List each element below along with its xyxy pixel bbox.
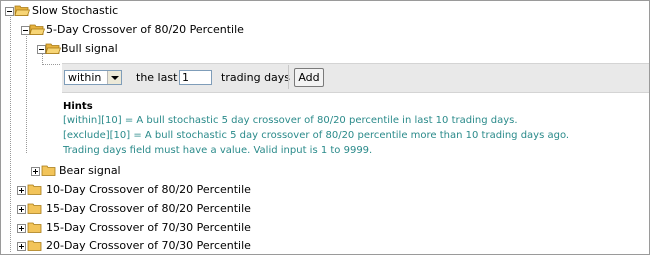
- folder-icon: [41, 165, 56, 176]
- tree-node-label: Bull signal: [61, 42, 118, 55]
- open-folder-icon: [29, 24, 45, 35]
- folder-icon: [27, 184, 42, 195]
- the-last-label: the last: [136, 71, 178, 84]
- chevron-down-icon[interactable]: [107, 71, 121, 84]
- tree-guide-line: [26, 33, 27, 153]
- expand-toggle-icon[interactable]: [17, 186, 26, 195]
- folder-icon: [27, 222, 42, 233]
- tree-guide-line: [10, 15, 11, 252]
- tree-node-label: 15-Day Crossover of 70/30 Percentile: [46, 221, 251, 234]
- folder-icon: [27, 203, 42, 214]
- collapse-toggle-icon[interactable]: [5, 7, 14, 16]
- tree-guide-line: [42, 64, 60, 65]
- expand-toggle-icon[interactable]: [31, 167, 40, 176]
- hint-line: Trading days field must have a value. Va…: [63, 145, 373, 156]
- tree-node-label: 5-Day Crossover of 80/20 Percentile: [46, 23, 244, 36]
- expand-toggle-icon[interactable]: [17, 242, 26, 251]
- hints-title: Hints: [63, 101, 93, 112]
- tree-node-label: Slow Stochastic: [32, 4, 119, 17]
- trading-days-input[interactable]: 1: [179, 70, 212, 85]
- tree-panel: Slow Stochastic 5-Day Crossover of 80/20…: [0, 0, 650, 255]
- tree-node-label: 15-Day Crossover of 80/20 Percentile: [46, 202, 251, 215]
- hint-line: [within][10] = A bull stochastic 5 day c…: [63, 115, 518, 126]
- open-folder-icon: [14, 5, 30, 16]
- tree-node-label: 10-Day Crossover of 80/20 Percentile: [46, 183, 251, 196]
- expand-toggle-icon[interactable]: [17, 224, 26, 233]
- open-folder-icon: [45, 43, 61, 54]
- add-button[interactable]: Add: [294, 68, 324, 87]
- tree-node-label: 20-Day Crossover of 70/30 Percentile: [46, 239, 251, 252]
- mode-select-value: within: [68, 71, 102, 84]
- mode-select[interactable]: within: [64, 70, 122, 85]
- hint-line: [exclude][10] = A bull stochastic 5 day …: [63, 130, 570, 141]
- trading-days-label: trading days: [221, 71, 291, 84]
- tree-node-label: Bear signal: [59, 164, 121, 177]
- folder-icon: [27, 240, 42, 251]
- expand-toggle-icon[interactable]: [17, 205, 26, 214]
- divider: [288, 65, 289, 89]
